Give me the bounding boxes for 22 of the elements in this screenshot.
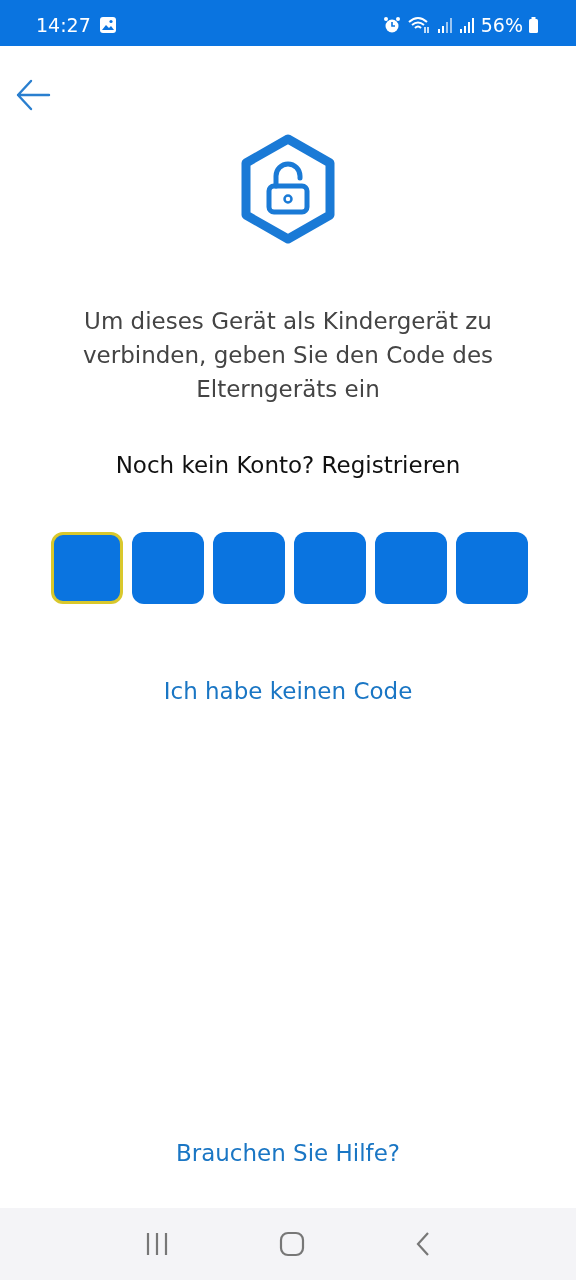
signal-icon: [458, 17, 475, 33]
status-time: 14:27: [36, 14, 91, 36]
recent-apps-icon[interactable]: [145, 1232, 169, 1256]
no-code-link[interactable]: Ich habe keinen Code: [163, 678, 413, 704]
alarm-icon: [382, 16, 401, 34]
help-link[interactable]: Brauchen Sie Hilfe?: [175, 1140, 401, 1166]
code-digit-field[interactable]: [132, 532, 204, 604]
battery-level: 56%: [480, 14, 523, 36]
code-digit-field[interactable]: [294, 532, 366, 604]
lock-icon: [239, 134, 337, 244]
wifi-icon: [406, 16, 431, 34]
signal-icon: [436, 17, 453, 33]
instruction-text: Um dieses Gerät als Kindergerät zu verbinden, geben Sie den Code des Elterngeräts ein: [81, 307, 495, 404]
code-digit-field[interactable]: [213, 532, 285, 604]
register-prompt: Noch kein Konto? Registrieren: [115, 452, 461, 478]
code-digit-field[interactable]: [456, 532, 528, 604]
back-icon[interactable]: [415, 1231, 431, 1257]
home-icon[interactable]: [279, 1231, 305, 1257]
code-digit-field[interactable]: [375, 532, 447, 604]
code-digit-field[interactable]: [51, 532, 123, 604]
image-icon: [98, 16, 117, 34]
battery-icon: [529, 17, 538, 33]
